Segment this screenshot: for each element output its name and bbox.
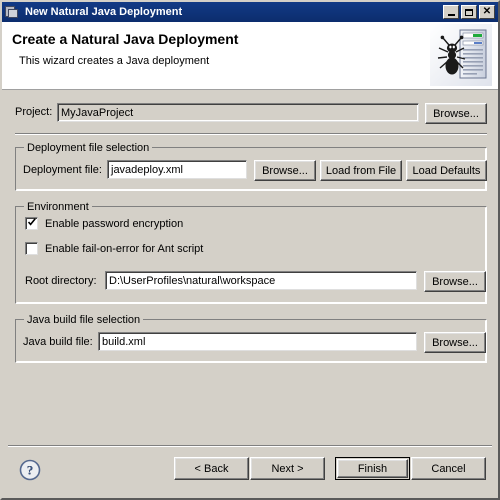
- environment-group-title: Environment: [24, 201, 92, 213]
- java-build-file-browse-button[interactable]: Browse...: [424, 332, 486, 353]
- page-title: Create a Natural Java Deployment: [12, 31, 239, 47]
- enable-failonerror-label: Enable fail-on-error for Ant script: [45, 242, 204, 255]
- cancel-button[interactable]: Cancel: [411, 457, 486, 480]
- window-title: New Natural Java Deployment: [25, 6, 183, 18]
- java-build-file-input[interactable]: build.xml: [98, 332, 417, 351]
- deployment-file-group-title: Deployment file selection: [24, 142, 153, 154]
- checkbox-box-failonerror[interactable]: [25, 242, 38, 255]
- load-from-file-button[interactable]: Load from File: [320, 160, 402, 181]
- deployment-file-label: Deployment file:: [23, 164, 102, 176]
- dialog-footer: ? ? < Back Next > Finish Cancel: [2, 442, 498, 498]
- root-directory-label: Root directory:: [25, 275, 97, 287]
- title-bar: New Natural Java Deployment ✕: [2, 2, 498, 22]
- java-build-file-label: Java build file:: [23, 336, 93, 348]
- wizard-header: Create a Natural Java Deployment This wi…: [2, 22, 498, 90]
- svg-text:?: ?: [27, 463, 34, 478]
- next-button[interactable]: Next >: [250, 457, 325, 480]
- finish-button[interactable]: Finish: [335, 457, 410, 480]
- enable-password-encryption-checkbox[interactable]: Enable password encryption: [25, 217, 183, 230]
- project-row: Project:: [15, 106, 52, 118]
- finish-button-label: Finish: [357, 462, 388, 475]
- deployment-browse-button[interactable]: Browse...: [254, 160, 316, 181]
- minimize-button[interactable]: [443, 5, 459, 19]
- project-input[interactable]: MyJavaProject: [57, 103, 419, 122]
- page-subtitle: This wizard creates a Java deployment: [19, 55, 210, 67]
- check-icon: [28, 218, 36, 226]
- maximize-button[interactable]: [461, 5, 477, 19]
- window-controls: ✕: [443, 5, 496, 19]
- ant-deployment-icon: [430, 24, 492, 86]
- dialog-body: Project: MyJavaProject Browse... Deploym…: [2, 91, 498, 442]
- root-directory-input[interactable]: D:\UserProfiles\natural\workspace: [105, 271, 417, 290]
- window-cascade-icon: [5, 5, 21, 19]
- load-defaults-button[interactable]: Load Defaults: [406, 160, 487, 181]
- root-directory-browse-button[interactable]: Browse...: [424, 271, 486, 292]
- project-label: Project:: [15, 106, 53, 118]
- help-icon[interactable]: ? ?: [19, 459, 41, 481]
- enable-failonerror-checkbox[interactable]: Enable fail-on-error for Ant script: [25, 242, 203, 255]
- enable-password-encryption-label: Enable password encryption: [45, 217, 184, 230]
- dialog-window: New Natural Java Deployment ✕ Create a N…: [0, 0, 500, 500]
- back-button[interactable]: < Back: [174, 457, 249, 480]
- wizard-buttons: < Back Next > Finish Cancel: [174, 457, 486, 480]
- java-build-file-group-title: Java build file selection: [24, 314, 144, 326]
- close-button[interactable]: ✕: [479, 5, 495, 19]
- deployment-file-input[interactable]: javadeploy.xml: [107, 160, 247, 179]
- checkbox-box-password[interactable]: [25, 217, 38, 230]
- project-separator: [15, 133, 487, 135]
- project-browse-button[interactable]: Browse...: [425, 103, 487, 124]
- footer-separator: [8, 445, 492, 447]
